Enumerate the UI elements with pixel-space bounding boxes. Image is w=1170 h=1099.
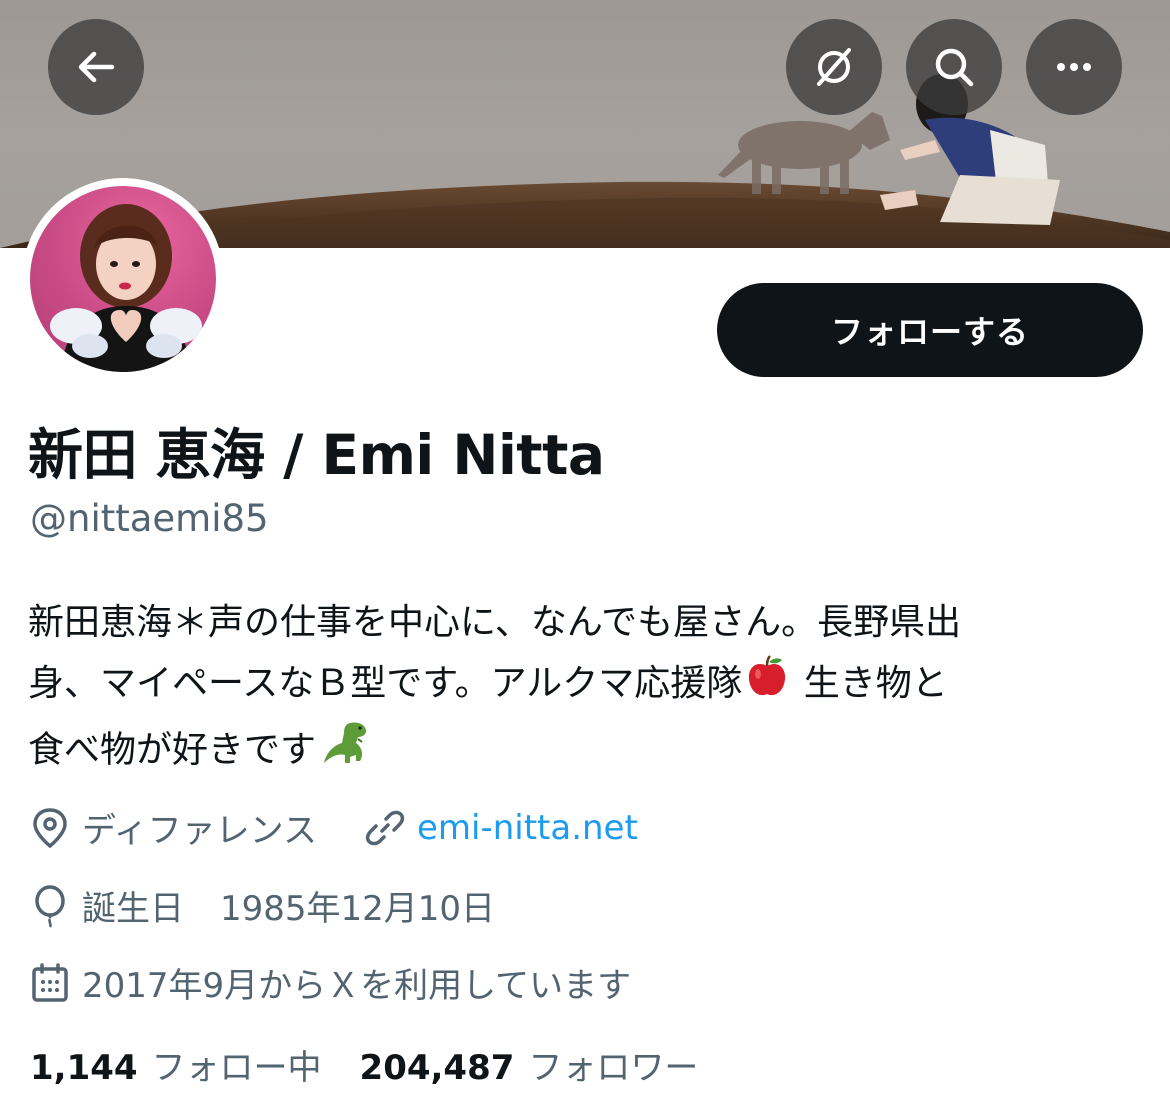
joined-row: 2017年9月からＸを利用しています: [30, 958, 631, 1007]
bio-line-2-tail: 生き物と: [803, 663, 948, 704]
display-name: 新田 恵海 / Emi Nitta: [28, 423, 605, 487]
follow-button[interactable]: フォローする: [717, 283, 1143, 377]
bio-line-2: 身、マイペースなＢ型です。アルクマ応援隊 生き物と: [28, 653, 1143, 717]
more-button[interactable]: [1026, 19, 1122, 115]
bio-line-3: 食べ物が好きです: [28, 717, 1143, 786]
followers-count: 204,487: [359, 1048, 515, 1088]
follow-stats: 1,144 フォロー中 204,487 フォロワー: [30, 1040, 698, 1089]
joined-text: 2017年9月からＸを利用しています: [82, 966, 632, 1006]
more-dots-icon: [1057, 63, 1091, 71]
following-link[interactable]: 1,144 フォロー中: [30, 1040, 322, 1089]
bio-line-3-text: 食べ物が好きです: [28, 729, 317, 770]
birthday-row: 誕生日 1985年12月10日: [30, 881, 495, 930]
followers-link[interactable]: 204,487 フォロワー: [360, 1040, 699, 1089]
location-website-row: ディファレンス emi-nitta.net: [30, 803, 638, 852]
handle: @nittaemi85: [30, 497, 269, 540]
t-rex-icon: [320, 717, 380, 786]
birthday-date: 1985年12月10日: [220, 889, 496, 929]
balloon-icon: [35, 884, 65, 928]
following-count: 1,144: [30, 1048, 138, 1088]
location-text: ディファレンス: [82, 811, 317, 851]
back-button[interactable]: [48, 19, 144, 115]
followers-label: フォロワー: [528, 1048, 699, 1088]
arrow-left-icon: [78, 51, 115, 83]
avatar-image: [30, 186, 216, 372]
apple-icon: [746, 654, 788, 717]
link-icon: [365, 810, 405, 845]
calendar-icon: [32, 962, 68, 1002]
translate-button[interactable]: [786, 19, 882, 115]
birthday-label: 誕生日: [82, 889, 184, 929]
bio-line-2-text: 身、マイペースなＢ型です。アルクマ応援隊: [28, 663, 743, 704]
bio-line-1: 新田恵海＊声の仕事を中心に、なんでも屋さん。長野県出: [28, 602, 962, 643]
bio: 新田恵海＊声の仕事を中心に、なんでも屋さん。長野県出 身、マイペースなＢ型です。…: [28, 592, 1143, 786]
avatar[interactable]: [22, 178, 224, 380]
location-pin-icon: [33, 807, 67, 848]
translate-off-icon: [817, 48, 851, 86]
search-button[interactable]: [906, 19, 1002, 115]
following-label: フォロー中: [151, 1048, 322, 1088]
search-icon: [935, 48, 974, 87]
website-link[interactable]: emi-nitta.net: [417, 808, 638, 848]
